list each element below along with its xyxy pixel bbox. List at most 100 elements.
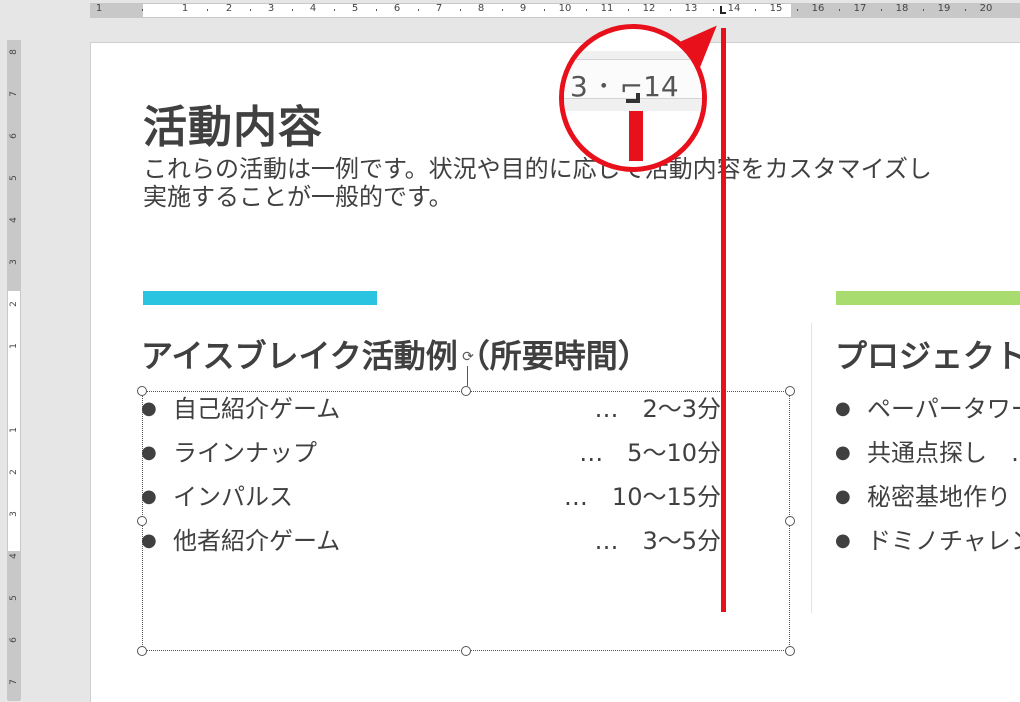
ruler-tick bbox=[418, 9, 419, 11]
ruler-number: 1 bbox=[95, 3, 103, 14]
magnifier-guide-line bbox=[629, 111, 643, 161]
ruler-number: 3 bbox=[9, 259, 19, 265]
ruler-tick bbox=[207, 9, 208, 11]
magnifier-tab-icon bbox=[626, 93, 640, 103]
ruler-number: 5 bbox=[351, 3, 359, 14]
ruler-corner bbox=[0, 0, 22, 22]
ruler-number: 18 bbox=[895, 3, 909, 14]
ruler-number: 5 bbox=[9, 175, 19, 181]
ruler-tick bbox=[502, 9, 503, 11]
ruler-magnifier: 3 ･ ⌐14 bbox=[559, 24, 707, 172]
ruler-tick bbox=[839, 9, 840, 11]
ruler-number: 7 bbox=[9, 679, 19, 685]
item-label: ラインナップ bbox=[173, 439, 317, 467]
list-item[interactable]: ● ペーパータワー bbox=[835, 391, 1020, 435]
ruler-number: 6 bbox=[9, 637, 19, 643]
ruler-number: 2 bbox=[9, 301, 19, 307]
slide-title[interactable]: 活動内容 bbox=[143, 91, 323, 155]
item-label: 秘密基地作り bbox=[867, 483, 1011, 511]
item-time: … 2～3分 bbox=[594, 395, 721, 423]
ruler-tick bbox=[142, 9, 143, 11]
resize-handle-right[interactable] bbox=[785, 516, 795, 526]
list-item[interactable]: ● 自己紹介ゲーム … 2～3分 bbox=[141, 391, 741, 435]
intro-text[interactable]: これらの活動は一例です。状況や目的に応じて活動内容をカスタマイズし 実施すること… bbox=[143, 155, 1020, 211]
left-column-heading[interactable]: アイスブレイク活動例（所要時間） bbox=[141, 331, 650, 377]
ruler-number: 4 bbox=[9, 217, 19, 223]
ruler-tick bbox=[670, 9, 671, 11]
icebreaker-list[interactable]: ● 自己紹介ゲーム … 2～3分 ● ラインナップ … 5～10分 ● インパル… bbox=[141, 391, 741, 567]
resize-handle-bottom-left[interactable] bbox=[137, 646, 147, 656]
magnifier-ruler-text: 3 ･ ⌐14 bbox=[570, 70, 679, 103]
ruler-tick bbox=[881, 9, 882, 11]
bullet-icon: ● bbox=[141, 398, 157, 419]
ruler-tick bbox=[334, 9, 335, 11]
resize-handle-bottom[interactable] bbox=[461, 646, 471, 656]
item-label: 自己紹介ゲーム bbox=[173, 395, 341, 423]
horizontal-ruler[interactable]: 1 1 2 3 4 5 6 7 8 9 10 11 12 13 14 15 16 17 18 19 20 bbox=[90, 3, 1020, 18]
ruler-tick bbox=[712, 9, 714, 11]
ruler-number: 14 bbox=[727, 3, 741, 14]
ruler-tick bbox=[460, 9, 461, 11]
ruler-tick bbox=[250, 9, 251, 11]
tab-stop-marker[interactable] bbox=[720, 6, 726, 14]
column-divider bbox=[811, 323, 812, 613]
ruler-number: 5 bbox=[9, 595, 19, 601]
item-label: インパルス bbox=[173, 483, 293, 511]
bullet-icon: ● bbox=[141, 530, 157, 551]
list-item[interactable]: ● 共通点探し … bbox=[835, 435, 1020, 479]
ruler-number: 3 bbox=[267, 3, 275, 14]
ruler-number: 17 bbox=[853, 3, 867, 14]
ruler-number: 20 bbox=[979, 3, 993, 14]
bullet-icon: ● bbox=[141, 442, 157, 463]
vertical-ruler[interactable]: 8 7 6 5 4 3 2 1 1 2 3 4 5 6 7 bbox=[7, 40, 21, 701]
list-item[interactable]: ● 他者紹介ゲーム … 3～5分 bbox=[141, 523, 741, 567]
item-time: … 10～15分 bbox=[563, 483, 721, 511]
tab-stop-guide-line bbox=[721, 28, 726, 612]
accent-bar-green bbox=[836, 291, 1020, 305]
bullet-icon: ● bbox=[141, 486, 157, 507]
list-item[interactable]: ● ドミノチャレンジ bbox=[835, 523, 1020, 567]
rotate-handle-stem bbox=[467, 366, 468, 386]
ruler-number: 4 bbox=[309, 3, 317, 14]
item-label: 共通点探し … bbox=[867, 439, 1020, 467]
resize-handle-top-right[interactable] bbox=[785, 386, 795, 396]
bullet-icon: ● bbox=[835, 442, 851, 463]
item-label: ペーパータワー bbox=[867, 395, 1020, 423]
project-list[interactable]: ● ペーパータワー ● 共通点探し … ● 秘密基地作り ● ドミノチャレンジ bbox=[835, 391, 1020, 567]
ruler-number: 6 bbox=[9, 133, 19, 139]
ruler-tick bbox=[292, 9, 293, 11]
bullet-icon: ● bbox=[835, 486, 851, 507]
list-item[interactable]: ● ラインナップ … 5～10分 bbox=[141, 435, 741, 479]
resize-handle-bottom-right[interactable] bbox=[785, 646, 795, 656]
ruler-number: 3 bbox=[9, 511, 19, 517]
item-time: … 5～10分 bbox=[579, 439, 721, 467]
ruler-number: 11 bbox=[600, 3, 614, 14]
right-column-heading[interactable]: プロジェクト活 bbox=[835, 331, 1020, 377]
list-item[interactable]: ● インパルス … 10～15分 bbox=[141, 479, 741, 523]
ruler-top-margin bbox=[8, 41, 20, 291]
list-item[interactable]: ● 秘密基地作り bbox=[835, 479, 1020, 523]
ruler-number: 7 bbox=[435, 3, 443, 14]
ruler-tick bbox=[755, 9, 756, 11]
ruler-tick bbox=[923, 9, 924, 11]
rotate-icon[interactable]: ⟳ bbox=[460, 349, 476, 365]
item-label: ドミノチャレンジ bbox=[867, 527, 1020, 555]
ruler-tick bbox=[797, 9, 798, 11]
ruler-number: 1 bbox=[9, 343, 19, 349]
item-label: 他者紹介ゲーム bbox=[173, 527, 341, 555]
item-time: … 3～5分 bbox=[594, 527, 721, 555]
slide-canvas[interactable]: 活動内容 これらの活動は一例です。状況や目的に応じて活動内容をカスタマイズし 実… bbox=[90, 42, 1020, 702]
ruler-number: 19 bbox=[937, 3, 951, 14]
ruler-number: 8 bbox=[9, 49, 19, 55]
ruler-number: 2 bbox=[9, 469, 19, 475]
bullet-icon: ● bbox=[835, 398, 851, 419]
ruler-number: 13 bbox=[684, 3, 698, 14]
accent-bar-blue bbox=[143, 291, 377, 305]
ruler-number: 7 bbox=[9, 91, 19, 97]
bullet-icon: ● bbox=[835, 530, 851, 551]
ruler-number: 1 bbox=[181, 3, 189, 14]
ruler-number: 16 bbox=[811, 3, 825, 14]
ruler-tick bbox=[544, 9, 545, 11]
ruler-tick bbox=[965, 9, 966, 11]
ruler-tick bbox=[376, 9, 377, 11]
